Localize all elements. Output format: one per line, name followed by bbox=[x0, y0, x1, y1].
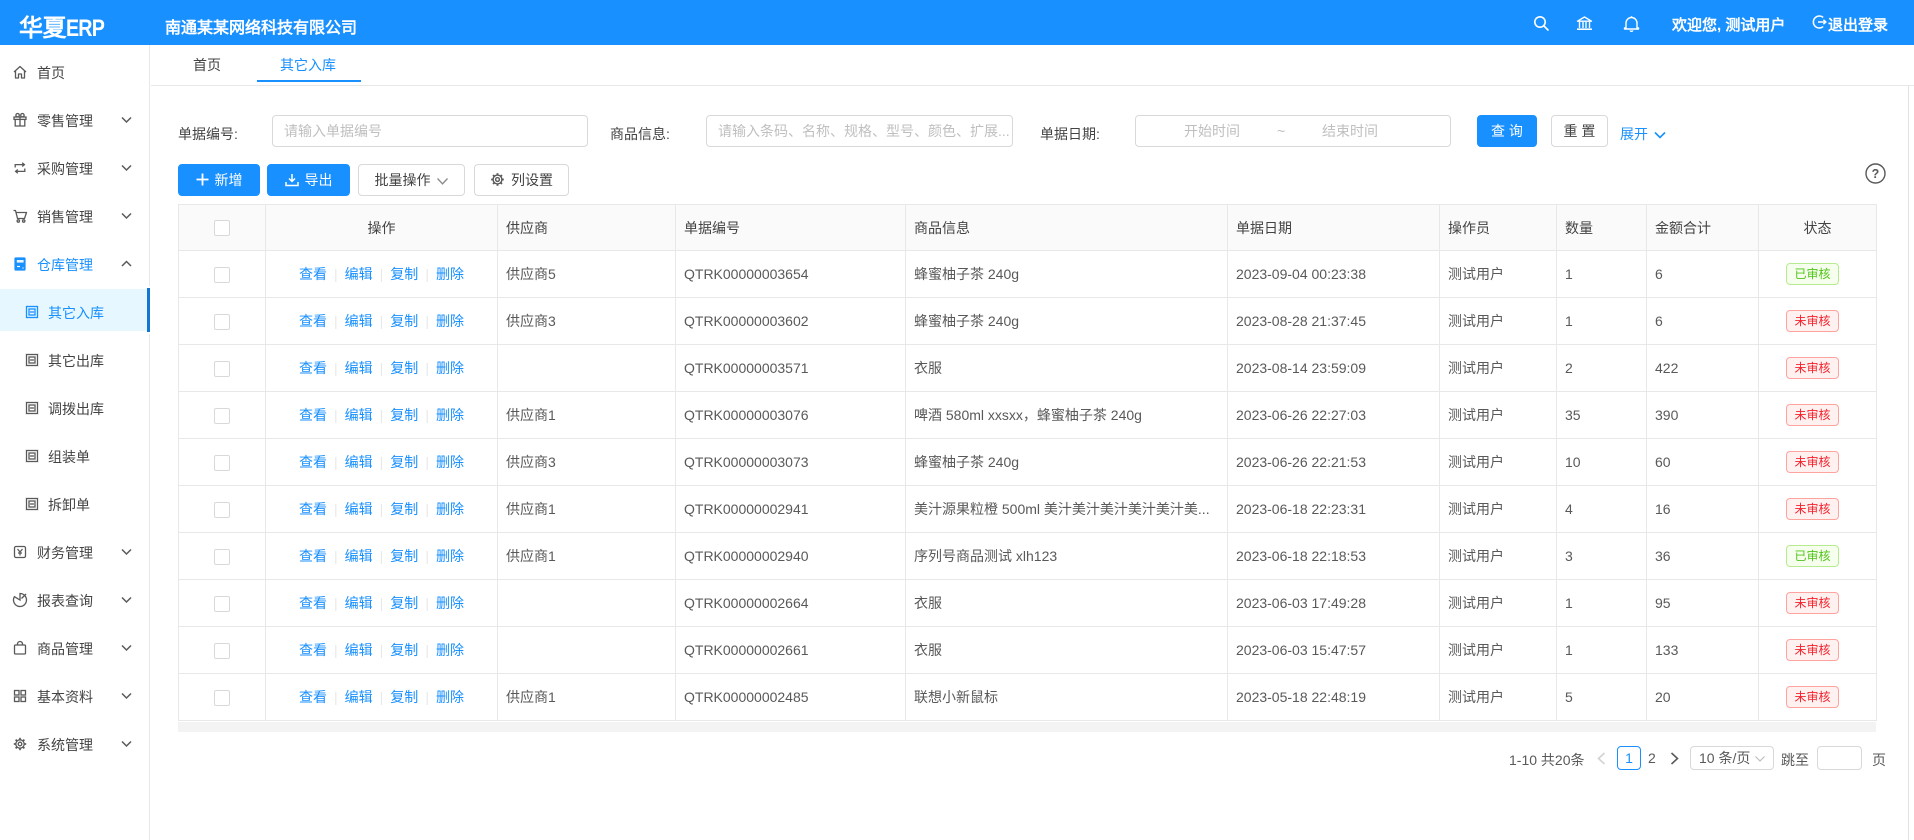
svg-text:?: ? bbox=[1872, 167, 1880, 181]
